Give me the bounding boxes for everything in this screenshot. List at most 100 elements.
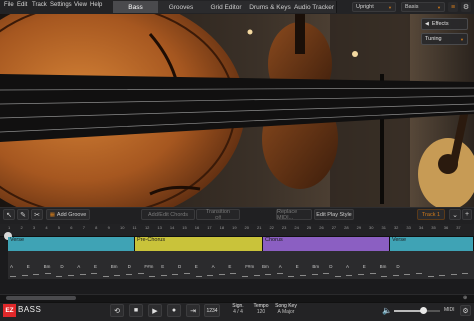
scroll-thumb[interactable] [6, 296, 76, 300]
instrument-select[interactable]: Upright ▼ [352, 2, 396, 12]
tuning-select[interactable]: Tuning ▼ [421, 33, 468, 45]
volume-slider[interactable] [394, 307, 440, 314]
add-track-icon[interactable]: + [462, 209, 472, 220]
midi-note [218, 274, 225, 276]
midi-note [416, 273, 422, 275]
part-verse-2[interactable]: Verse [390, 237, 474, 251]
bar-number: 34 [418, 225, 424, 230]
chord-label: E [26, 264, 30, 269]
settings-icon[interactable]: ⚙ [461, 2, 471, 12]
midi-note [404, 274, 411, 276]
midi-note [288, 276, 295, 278]
bar-number: 15 [182, 225, 187, 230]
midi-note [253, 275, 260, 277]
chord-label: E [362, 264, 366, 269]
menu-file[interactable]: File [4, 2, 14, 8]
volume-icon[interactable]: 🔈 [382, 306, 392, 315]
midi-region[interactable] [263, 251, 391, 279]
midi-note [91, 273, 98, 275]
midi-note [207, 275, 214, 277]
chord-label: D [127, 264, 131, 269]
signature-value: 4 / 4 [233, 309, 243, 315]
bar-number: 25 [306, 225, 312, 230]
volume-fill [394, 310, 422, 312]
bar-number: 18 [219, 225, 225, 230]
chord-label: F#m [144, 264, 154, 269]
tab-grid-editor[interactable]: Grid Editor [204, 1, 249, 13]
midi-note [358, 274, 364, 276]
chord-label: Bm [262, 264, 269, 269]
midi-note [160, 275, 167, 277]
follow-icon[interactable]: ⇥ [186, 304, 200, 317]
menu-help[interactable]: Help [90, 2, 102, 8]
part-verse[interactable]: Verse [8, 237, 135, 251]
tab-audio-tracker[interactable]: Audio Tracker [292, 1, 337, 13]
preset-list-icon[interactable]: ≡ [448, 2, 458, 12]
bar-number: 2 [20, 225, 23, 230]
loop-icon[interactable]: ⟲ [110, 304, 124, 317]
edit-play-style-button[interactable]: Edit Play Style [314, 209, 354, 220]
bar-number: 31 [381, 225, 386, 230]
midi-note [450, 274, 457, 276]
instrument-select-value: Upright [356, 4, 374, 10]
bar-number: 1 [8, 225, 11, 230]
bar-number: 16 [194, 225, 200, 230]
chord-label: E [194, 264, 198, 269]
tab-drums-keys[interactable]: Drums & Keys [248, 1, 293, 13]
midi-note [300, 275, 306, 277]
midi-note [439, 275, 446, 277]
midi-note [230, 273, 237, 275]
song-key-value: A Major [277, 309, 295, 315]
tab-bass[interactable]: Bass [113, 1, 159, 13]
bar-number: 7 [82, 225, 85, 230]
effects-button[interactable]: ◀ Effects [421, 18, 468, 30]
volume-knob[interactable] [420, 307, 427, 314]
timeline-scrollbar[interactable]: ⊕ [0, 294, 474, 302]
tempo[interactable]: Tempo 120 [250, 303, 272, 318]
scissors-tool-icon[interactable]: ✂ [31, 209, 43, 220]
tab-grooves[interactable]: Grooves [158, 1, 205, 13]
bar-number: 35 [431, 225, 436, 230]
chevron-down-icon: ▼ [388, 5, 392, 10]
midi-note [276, 273, 283, 275]
add-groove-label: Add Groove [56, 211, 87, 218]
replace-midi-button[interactable]: Replace MIDI... [276, 209, 312, 221]
record-icon[interactable]: ● [167, 304, 181, 317]
count-in-button[interactable]: 1234 [204, 304, 220, 317]
part-pre-chorus[interactable]: Pre-Chorus [135, 237, 263, 251]
track-name[interactable]: Track 1 [417, 209, 445, 220]
chord-label: D [329, 264, 333, 269]
chevron-down-icon: ▼ [437, 5, 441, 10]
midi-note [334, 276, 341, 278]
midi-note [102, 276, 109, 278]
bar-ruler[interactable]: 1 2 3 4 5 6 7 8 9 10 11 12 13 14 15 16 17 18 19 20 21 22 23 24 2… [0, 224, 474, 237]
menu-edit[interactable]: Edit [17, 2, 27, 8]
midi-note [114, 275, 121, 277]
bar-number: 17 [207, 225, 212, 230]
menu-view[interactable]: View [74, 2, 87, 8]
part-chorus[interactable]: Chorus [263, 237, 390, 251]
menu-track[interactable]: Track [32, 2, 47, 8]
preset-select[interactable]: Basis ▼ [401, 2, 445, 12]
preset-select-value: Basis [405, 4, 419, 10]
song-key[interactable]: Song Key A Major [272, 303, 300, 318]
menu-settings[interactable]: Settings [50, 2, 72, 8]
chevron-down-icon[interactable]: ⌄ [449, 209, 461, 220]
transition-select[interactable]: Transition Off [196, 209, 240, 220]
play-icon[interactable]: ▶ [148, 304, 162, 317]
add-edit-chords-button[interactable]: Add/Edit Chords [141, 209, 195, 220]
chord-label: F#m [245, 264, 255, 269]
pencil-tool-icon[interactable]: ✎ [17, 209, 29, 220]
bar-number: 19 [232, 225, 237, 230]
select-tool-icon[interactable]: ↖ [3, 209, 15, 220]
midi-region[interactable] [390, 251, 474, 279]
midi-note [126, 274, 132, 276]
stop-icon[interactable]: ■ [129, 304, 143, 317]
time-signature[interactable]: Sign. 4 / 4 [228, 303, 248, 318]
zoom-icon[interactable]: ⊕ [463, 295, 471, 301]
chord-label: A [278, 264, 282, 269]
settings-icon[interactable]: ⚙ [460, 305, 471, 316]
bar-number: 13 [157, 225, 162, 230]
bar-number: 37 [456, 225, 461, 230]
add-groove-button[interactable]: ▦ Add Groove [46, 209, 90, 220]
